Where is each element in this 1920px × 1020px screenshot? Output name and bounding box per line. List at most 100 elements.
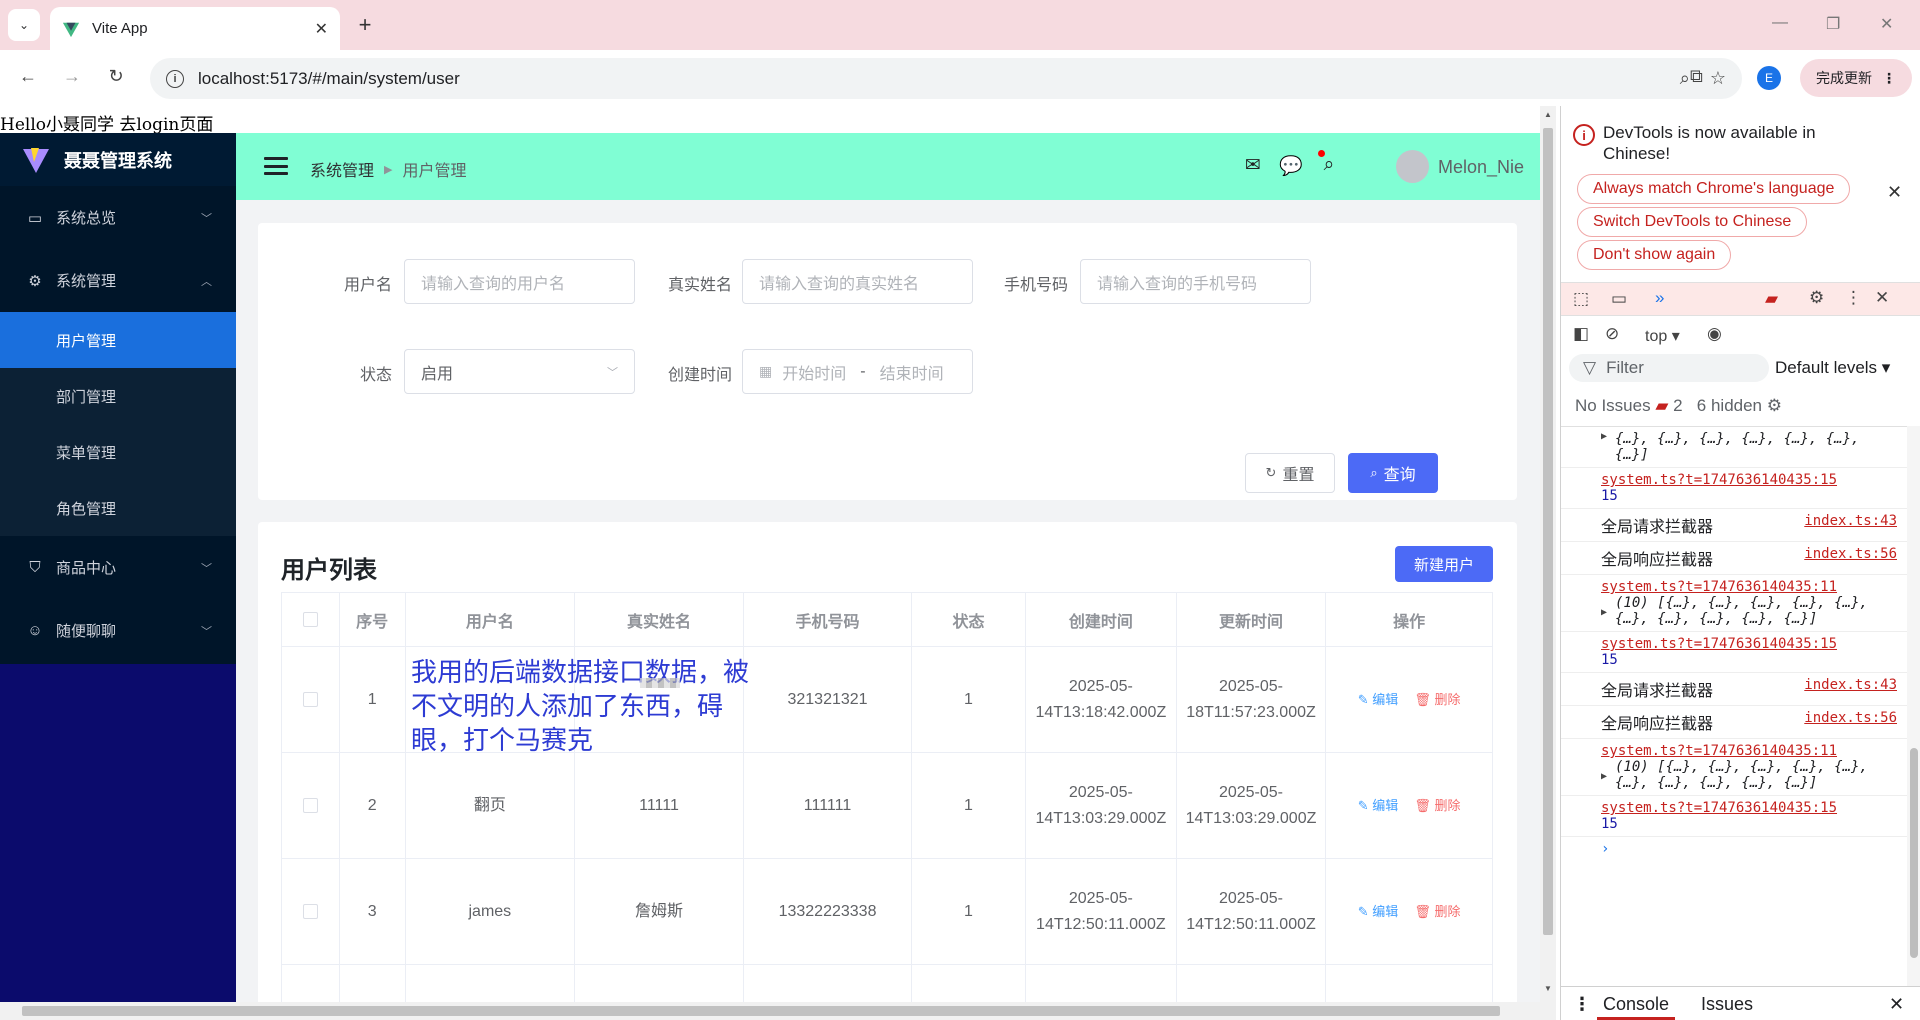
forward-icon[interactable]: →	[60, 66, 84, 87]
scrollbar-thumb[interactable]	[22, 1006, 1500, 1016]
sidebar-item-roles[interactable]: 角色管理	[0, 480, 236, 536]
extensions-icon[interactable]: ⧉	[1690, 66, 1703, 87]
back-icon[interactable]: ←	[16, 66, 40, 87]
close-drawer-icon[interactable]: ✕	[1889, 994, 1904, 1015]
url-text[interactable]: localhost:5173/#/main/system/user	[198, 69, 1660, 89]
device-toggle-icon[interactable]: ▭	[1611, 289, 1627, 309]
query-button[interactable]: ⌕ 查询	[1348, 453, 1438, 493]
tab-console[interactable]: Console	[1603, 994, 1669, 1015]
sidebar-toggle-icon[interactable]: ◧	[1573, 324, 1589, 344]
console-entry[interactable]: system.ts?t=1747636140435:11 ▶ (10) [{…}…	[1561, 739, 1907, 796]
console-entry[interactable]: ▶ {…}, {…}, {…}, {…}, {…}, {…}, {…}]	[1561, 427, 1907, 468]
drawer-menu-icon[interactable]: ⋮	[1573, 994, 1591, 1015]
source-link[interactable]: index.ts:56	[1804, 710, 1897, 726]
mail-icon[interactable]: ✉	[1240, 154, 1266, 177]
expand-triangle-icon[interactable]: ▶	[1601, 771, 1607, 782]
close-devtools-icon[interactable]: ✕	[1875, 288, 1889, 308]
page-vertical-scrollbar[interactable]: ▲ ▼	[1540, 106, 1556, 1020]
console-scrollbar[interactable]	[1907, 426, 1920, 986]
site-info-icon[interactable]: i	[166, 69, 184, 88]
eye-icon[interactable]: ◉	[1707, 324, 1722, 344]
select-all-checkbox[interactable]	[302, 611, 318, 627]
dont-show-button[interactable]: Don't show again	[1577, 240, 1732, 270]
settings-gear-icon[interactable]: ⚙	[1767, 396, 1782, 415]
more-tabs-icon[interactable]: »	[1655, 288, 1664, 308]
scroll-up-icon[interactable]: ▲	[1544, 110, 1552, 119]
source-link[interactable]: index.ts:43	[1804, 677, 1897, 693]
delete-link[interactable]: 🗑 删除	[1414, 692, 1460, 707]
source-link[interactable]: system.ts?t=1747636140435:15	[1601, 800, 1897, 816]
console-entry[interactable]: system.ts?t=1747636140435:11 ▶ (10) [{…}…	[1561, 575, 1907, 632]
profile-avatar[interactable]: E	[1757, 66, 1781, 90]
issue-count[interactable]: 2	[1673, 396, 1682, 415]
delete-link[interactable]: 🗑 删除	[1414, 904, 1460, 919]
sidebar-item-menus[interactable]: 菜单管理	[0, 424, 236, 480]
edit-link[interactable]: ✎ 编辑	[1358, 692, 1399, 707]
new-user-button[interactable]: 新建用户	[1395, 546, 1493, 582]
menu-fold-icon[interactable]	[264, 157, 288, 175]
date-range-picker[interactable]: ▦ 开始时间 - 结束时间	[742, 349, 973, 394]
search-icon[interactable]: ⌕	[1316, 154, 1342, 176]
tab-search-chevron-icon[interactable]: ⌄	[8, 9, 40, 41]
end-date-placeholder[interactable]: 结束时间	[880, 360, 944, 384]
address-bar[interactable]: i localhost:5173/#/main/system/user ⌕ ☆	[150, 58, 1742, 99]
start-date-placeholder[interactable]: 开始时间	[782, 360, 846, 384]
source-link[interactable]: system.ts?t=1747636140435:15	[1601, 636, 1897, 652]
browser-tab[interactable]: Vite App ✕	[50, 7, 340, 50]
row-checkbox[interactable]	[302, 903, 318, 919]
source-link[interactable]: system.ts?t=1747636140435:11	[1601, 579, 1897, 595]
bookmark-star-icon[interactable]: ☆	[1710, 68, 1726, 89]
breadcrumb-item[interactable]: 系统管理	[310, 157, 374, 181]
phone-input[interactable]: 请输入查询的手机号码	[1080, 259, 1311, 304]
window-close-icon[interactable]: ✕	[1880, 14, 1893, 34]
reset-button[interactable]: ↻ 重置	[1245, 453, 1335, 493]
scrollbar-thumb[interactable]	[1910, 748, 1918, 958]
page-horizontal-scrollbar[interactable]	[0, 1002, 1540, 1020]
kebab-menu-icon[interactable]: ⋮	[1845, 288, 1862, 308]
sidebar-item-users[interactable]: 用户管理	[0, 312, 236, 368]
reload-icon[interactable]: ↻	[104, 66, 128, 87]
inspect-element-icon[interactable]: ⬚	[1573, 289, 1589, 309]
expand-triangle-icon[interactable]: ▶	[1601, 431, 1607, 442]
update-button[interactable]: 完成更新 ⋮	[1800, 59, 1912, 97]
message-icon[interactable]: 💬	[1278, 154, 1304, 178]
username[interactable]: Melon_Nie	[1438, 157, 1524, 178]
menu-group-system[interactable]: ⚙ 系统管理 ︿	[0, 249, 236, 312]
issue-flag-icon[interactable]: ▰	[1655, 396, 1668, 415]
expand-triangle-icon[interactable]: ▶	[1601, 607, 1607, 618]
delete-link[interactable]: 🗑 删除	[1414, 798, 1460, 813]
tab-close-icon[interactable]: ✕	[315, 19, 328, 39]
source-link[interactable]: system.ts?t=1747636140435:11	[1601, 743, 1897, 759]
tab-issues[interactable]: Issues	[1701, 994, 1753, 1015]
log-levels-select[interactable]: Default levels ▾	[1775, 358, 1890, 378]
login-link[interactable]: 去login页面	[119, 115, 213, 135]
row-checkbox[interactable]	[302, 691, 318, 707]
context-select[interactable]: top ▾	[1645, 326, 1680, 346]
source-link[interactable]: system.ts?t=1747636140435:15	[1601, 472, 1897, 488]
username-input[interactable]: 请输入查询的用户名	[404, 259, 635, 304]
issues-badge-icon[interactable]: ▰	[1765, 289, 1778, 309]
avatar[interactable]	[1396, 150, 1429, 183]
restore-icon[interactable]: ❐	[1826, 14, 1840, 34]
menu-group-chat[interactable]: ☺ 随便聊聊 ﹀	[0, 599, 236, 662]
edit-link[interactable]: ✎ 编辑	[1358, 798, 1399, 813]
new-tab-icon[interactable]: +	[352, 12, 378, 38]
scroll-down-icon[interactable]: ▼	[1544, 984, 1552, 993]
realname-input[interactable]: 请输入查询的真实姓名	[742, 259, 973, 304]
source-link[interactable]: index.ts:43	[1804, 513, 1897, 529]
source-link[interactable]: index.ts:56	[1804, 546, 1897, 562]
row-checkbox[interactable]	[302, 797, 318, 813]
settings-gear-icon[interactable]: ⚙	[1809, 288, 1824, 308]
close-icon[interactable]: ✕	[1887, 182, 1902, 203]
match-language-button[interactable]: Always match Chrome's language	[1577, 174, 1851, 204]
edit-link[interactable]: ✎ 编辑	[1358, 904, 1399, 919]
console-filter-input[interactable]: ▽ Filter	[1569, 354, 1769, 382]
minimize-icon[interactable]: —	[1772, 14, 1788, 32]
clear-console-icon[interactable]: ⊘	[1605, 324, 1619, 344]
zoom-icon[interactable]: ⌕	[1680, 68, 1690, 89]
status-select[interactable]: 启用 ﹀	[404, 349, 635, 394]
sidebar-item-departments[interactable]: 部门管理	[0, 368, 236, 424]
switch-chinese-button[interactable]: Switch DevTools to Chinese	[1577, 207, 1808, 237]
menu-group-overview[interactable]: ▭ 系统总览 ﹀	[0, 186, 236, 249]
scrollbar-thumb[interactable]	[1543, 128, 1553, 935]
